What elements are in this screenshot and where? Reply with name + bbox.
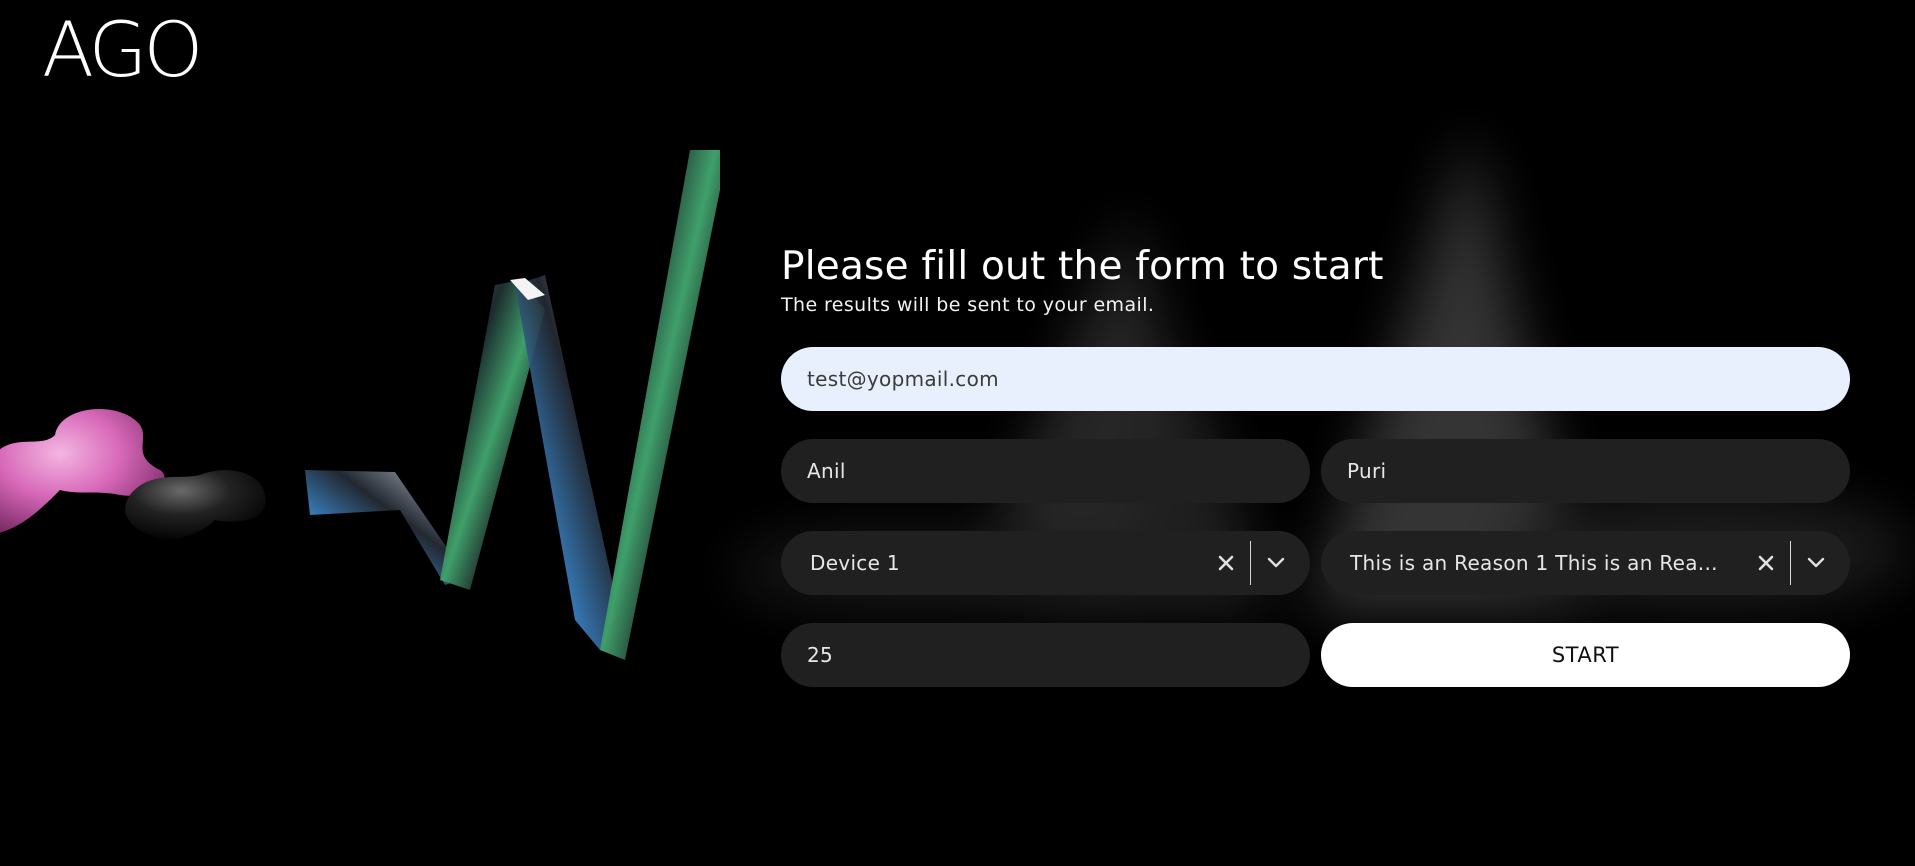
start-form: Please fill out the form to start The re… [781, 244, 1850, 687]
hero-illustration [0, 150, 720, 660]
chevron-down-icon[interactable] [1791, 543, 1841, 583]
submit-row: 25 START [781, 623, 1850, 687]
name-row: Anil Puri [781, 439, 1850, 503]
last-name-field[interactable]: Puri [1321, 439, 1850, 503]
start-button[interactable]: START [1321, 623, 1850, 687]
device-select-value: Device 1 [810, 551, 900, 575]
form-title: Please fill out the form to start [781, 244, 1384, 289]
logo[interactable]: AGO [42, 12, 203, 88]
email-field[interactable]: test@yopmail.com [781, 347, 1850, 411]
age-field[interactable]: 25 [781, 623, 1310, 687]
form-subtitle: The results will be sent to your email. [781, 293, 1155, 316]
close-icon[interactable] [1212, 549, 1240, 577]
device-select[interactable]: Device 1 [781, 531, 1310, 595]
first-name-field[interactable]: Anil [781, 439, 1310, 503]
chevron-down-icon[interactable] [1251, 543, 1301, 583]
page: AGO Please fill out the form to start Th… [0, 0, 1915, 866]
reason-select-value: This is an Reason 1 This is an Rea... [1350, 551, 1718, 575]
close-icon[interactable] [1752, 549, 1780, 577]
select-row: Device 1 This is an Reason 1 This is an … [781, 531, 1850, 595]
reason-select[interactable]: This is an Reason 1 This is an Rea... [1321, 531, 1850, 595]
